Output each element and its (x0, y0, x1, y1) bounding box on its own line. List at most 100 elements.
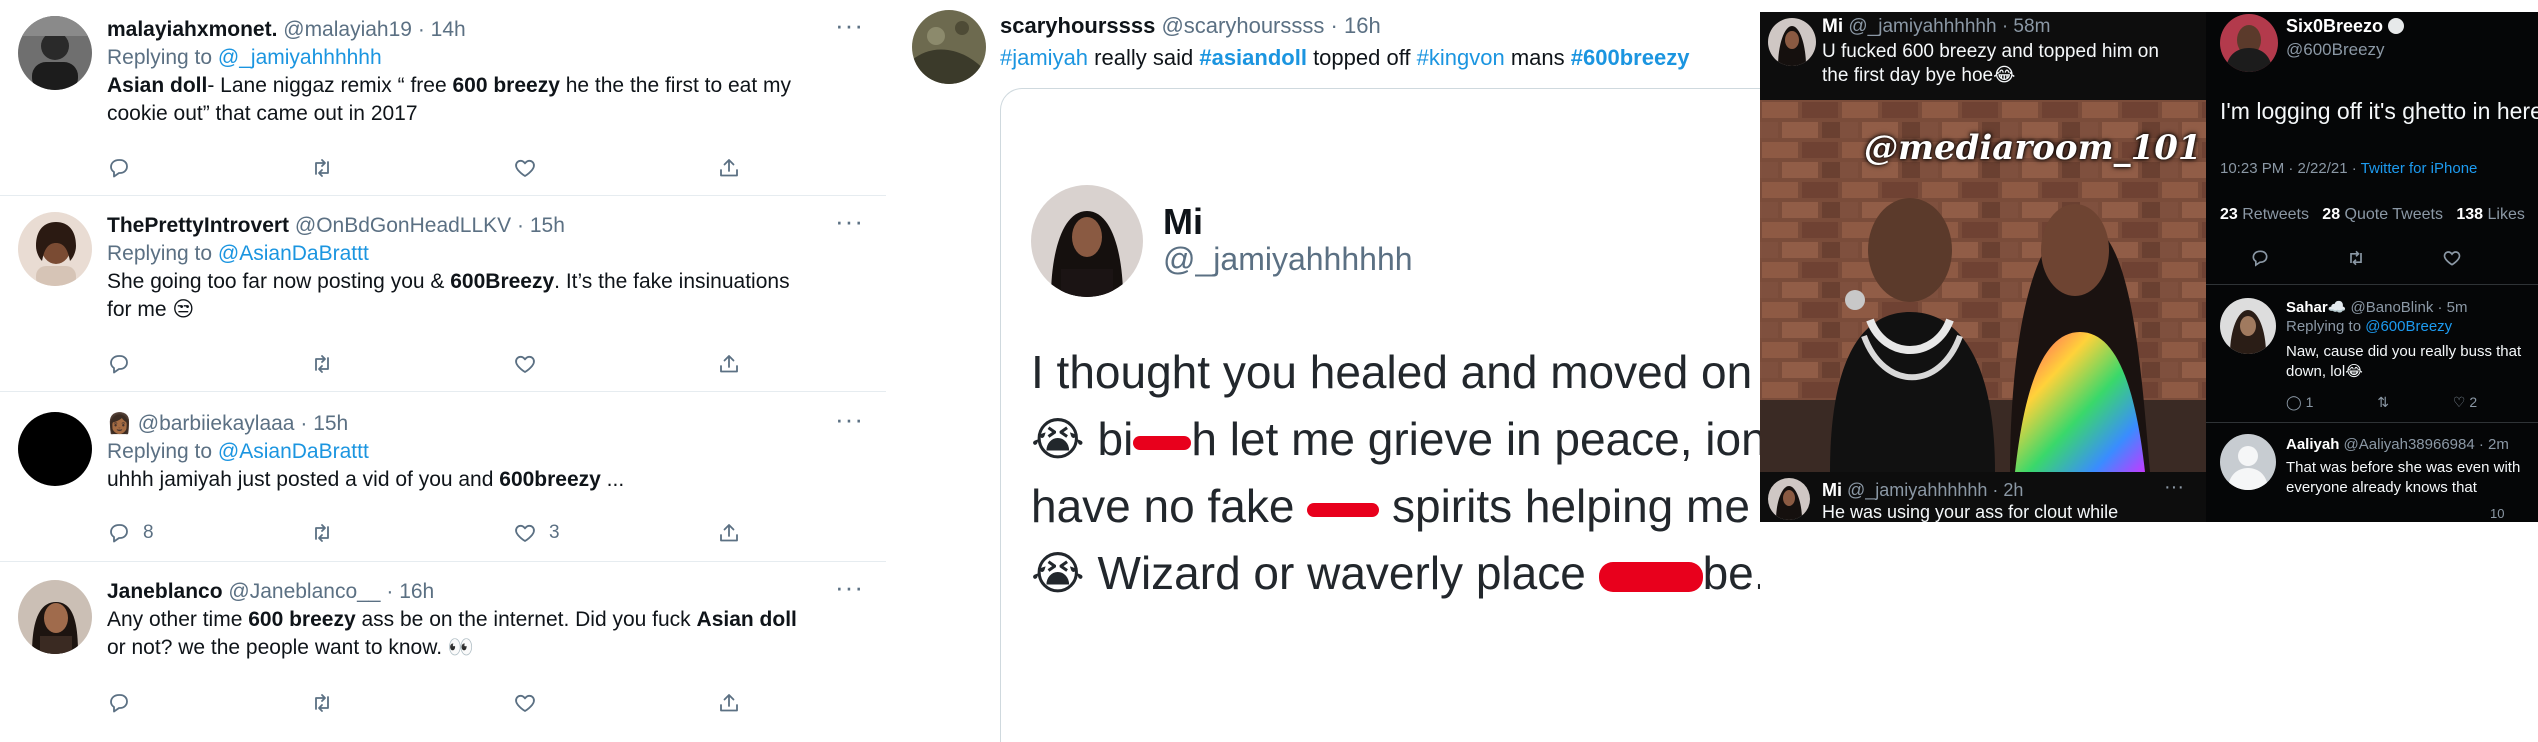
verified-badge-icon (2388, 18, 2405, 34)
like-button[interactable] (513, 351, 549, 377)
avatar[interactable] (18, 580, 92, 654)
more-options-icon[interactable]: ··· (835, 572, 864, 603)
redaction-mark (1133, 435, 1192, 450)
hashtag-link[interactable]: #asiandoll (1199, 45, 1307, 70)
tweet-actions (2250, 248, 2500, 268)
like-button[interactable]: 3 (513, 520, 560, 546)
watermark: @mediaroom_101 (1864, 128, 2202, 168)
share-icon (720, 159, 738, 177)
user-name[interactable]: scaryhourssss (1000, 13, 1155, 38)
quoted-media[interactable]: Mi @_jamiyahhhhhh I thought you healed a… (1000, 88, 1760, 742)
tweet-actions (107, 155, 747, 181)
tweet-text: She going too far now posting you & 600B… (107, 270, 790, 321)
retweet-icon: ⇅ (2377, 394, 2389, 410)
tweet-actions (107, 690, 747, 716)
share-button[interactable] (717, 351, 741, 377)
timestamp[interactable]: 15h (313, 412, 348, 435)
quoted-user-name: Mi (1163, 201, 1203, 242)
hashtag-link[interactable]: #600breezy (1571, 45, 1690, 70)
tweet-header: 👩🏾 @barbiiekaylaaa · 15h (107, 412, 349, 435)
avatar (1031, 185, 1143, 297)
hashtag-link[interactable]: #jamiyah (1000, 45, 1088, 70)
user-name[interactable]: malayiahxmonet. (107, 18, 277, 41)
reply-icon (110, 694, 128, 713)
avatar[interactable] (18, 412, 92, 486)
quoted-text: I thought you healed and moved on 😭 bi h … (1031, 346, 1760, 599)
avatar (1768, 18, 1816, 66)
redaction-mark (1598, 561, 1703, 592)
more-options-icon[interactable]: ··· (835, 10, 864, 41)
user-handle[interactable]: @Janeblanco__ (228, 580, 380, 603)
avatar[interactable] (18, 212, 92, 286)
tweet-card[interactable]: Janeblanco @Janeblanco__ · 16h Any other… (0, 562, 886, 742)
share-button[interactable] (717, 520, 741, 546)
photo: @mediaroom_101 (1760, 100, 2206, 472)
retweet-button[interactable] (310, 351, 334, 377)
heart-icon (515, 694, 535, 712)
share-icon (720, 524, 738, 542)
retweet-icon (315, 694, 329, 712)
heart-icon (515, 355, 535, 373)
heart-icon (515, 524, 535, 542)
tweet-card[interactable]: 👩🏾 @barbiiekaylaaa · 15h Replying to @As… (0, 392, 886, 562)
tweet-header: Janeblanco @Janeblanco__ · 16h (107, 580, 435, 603)
tweet-text: uhhh jamiyah just posted a vid of you an… (107, 468, 625, 491)
more-options-icon[interactable]: ··· (835, 206, 864, 237)
retweet-icon (2350, 250, 2362, 266)
timestamp[interactable]: 14h (431, 18, 466, 41)
reply-button[interactable]: 8 (107, 520, 154, 546)
reply-icon: ◯ (2286, 394, 2302, 410)
like-button[interactable] (513, 690, 549, 716)
reply-mention-link[interactable]: @AsianDaBrattt (218, 440, 369, 463)
share-button[interactable] (717, 690, 741, 716)
retweet-button[interactable] (310, 155, 334, 181)
avatar (1768, 478, 1810, 520)
user-handle[interactable]: @OnBdGonHeadLLKV (295, 214, 511, 237)
reply-mention-link[interactable]: @_jamiyahhhhhh (218, 46, 382, 69)
tweet-actions: 8 3 (107, 520, 747, 546)
screenshot-collage: Mi @_jamiyahhhhhh · 58m U fucked 600 bre… (1760, 0, 2538, 742)
tweet-actions (107, 351, 747, 377)
reply-button[interactable] (107, 155, 143, 181)
retweet-icon (315, 355, 329, 373)
tweet-header: malayiahxmonet. @malayiah19 · 14h (107, 18, 466, 41)
heart-icon: ♡ (2452, 394, 2466, 410)
avatar (2220, 434, 2276, 490)
user-handle[interactable]: @malayiah19 (283, 18, 412, 41)
tweet-card[interactable]: ThePrettyIntrovert @OnBdGonHeadLLKV · 15… (0, 196, 886, 392)
tweet-text: Any other time 600 breezy ass be on the … (107, 608, 797, 659)
collage-image[interactable]: Mi @_jamiyahhhhhh · 58m U fucked 600 bre… (1760, 12, 2538, 522)
user-handle[interactable]: @scaryhourssss (1161, 13, 1324, 38)
heart-icon (2443, 251, 2461, 266)
user-name[interactable]: ThePrettyIntrovert (107, 214, 289, 237)
reply-icon (110, 159, 128, 178)
reply-button[interactable] (107, 690, 143, 716)
timestamp[interactable]: 16h (399, 580, 434, 603)
reply-button[interactable] (107, 351, 143, 377)
share-button[interactable] (717, 155, 741, 181)
tweet-text: #jamiyah really said #asiandoll topped o… (1000, 45, 1690, 70)
replying-to: Replying to @AsianDaBrattt (107, 440, 369, 463)
reply-thread: malayiahxmonet. @malayiah19 · 14h Replyi… (0, 0, 886, 742)
heart-icon (515, 159, 535, 177)
user-name[interactable]: 👩🏾 (107, 413, 132, 435)
reply-icon (2252, 250, 2268, 267)
user-handle[interactable]: @barbiiekaylaaa (138, 412, 295, 435)
tweet-card[interactable]: malayiahxmonet. @malayiah19 · 14h Replyi… (0, 0, 886, 196)
user-name[interactable]: Janeblanco (107, 580, 223, 603)
timestamp[interactable]: 15h (530, 214, 565, 237)
share-icon (720, 694, 738, 712)
hashtag-link[interactable]: #kingvon (1417, 45, 1505, 70)
quote-tweet[interactable]: scaryhourssss @scaryhourssss · 16h #jami… (886, 0, 1760, 742)
avatar[interactable] (912, 10, 986, 84)
tweet-text: Asian doll- Lane niggaz remix “ free 600… (107, 74, 792, 125)
more-options-icon[interactable]: ··· (835, 404, 864, 435)
timestamp[interactable]: 16h (1344, 13, 1381, 38)
reply-mention-link[interactable]: @AsianDaBrattt (218, 242, 369, 265)
retweet-button[interactable] (310, 520, 334, 546)
like-button[interactable] (513, 155, 549, 181)
avatar[interactable] (18, 16, 92, 90)
retweet-button[interactable] (310, 690, 334, 716)
replying-to: Replying to @AsianDaBrattt (107, 242, 369, 265)
tweet-header: ThePrettyIntrovert @OnBdGonHeadLLKV · 15… (107, 214, 565, 237)
